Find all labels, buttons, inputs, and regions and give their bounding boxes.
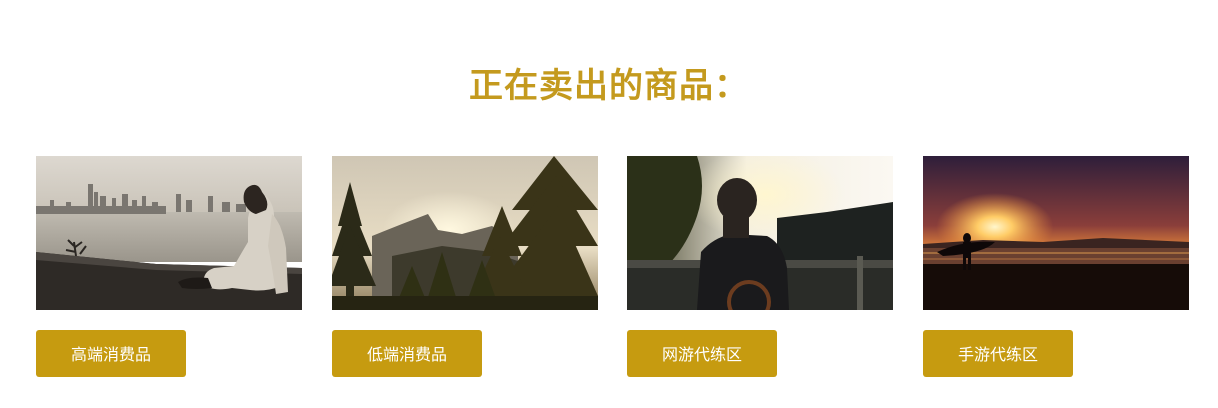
product-image[interactable] <box>923 156 1189 310</box>
man-by-lake-photo-image <box>36 156 302 310</box>
product-image[interactable] <box>332 156 598 310</box>
category-button-online-game-boosting[interactable]: 网游代练区 <box>627 330 777 377</box>
forest-sunset-photo-image <box>332 156 598 310</box>
surfer-sunset-photo-image <box>923 156 1189 310</box>
product-card: 低端消费品 <box>332 156 598 377</box>
man-at-railing-photo-image <box>627 156 893 310</box>
product-card: 手游代练区 <box>923 156 1189 377</box>
category-button-mobile-game-boosting[interactable]: 手游代练区 <box>923 330 1073 377</box>
product-card: 高端消费品 <box>36 156 302 377</box>
product-image[interactable] <box>36 156 302 310</box>
category-button-high-end[interactable]: 高端消费品 <box>36 330 186 377</box>
category-button-low-end[interactable]: 低端消费品 <box>332 330 482 377</box>
product-card: 网游代练区 <box>627 156 893 377</box>
page-title: 正在卖出的商品： <box>469 65 749 106</box>
product-image[interactable] <box>627 156 893 310</box>
